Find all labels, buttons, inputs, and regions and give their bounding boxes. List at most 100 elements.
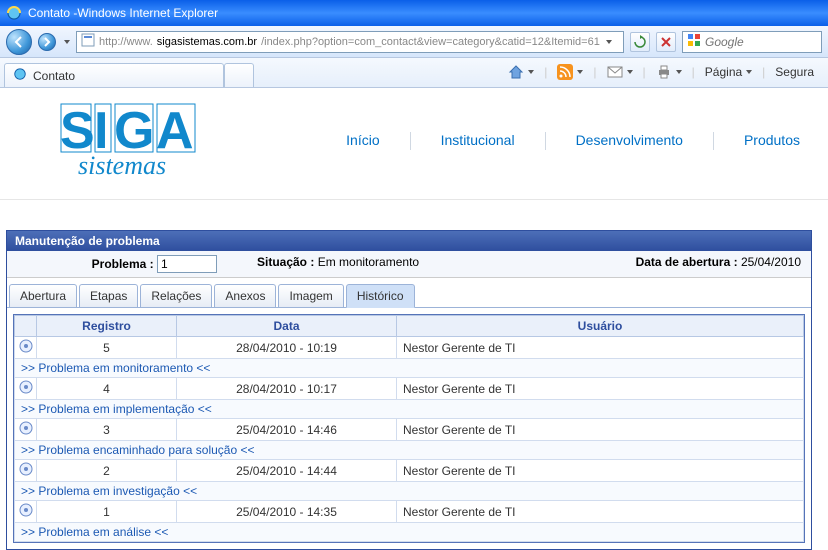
nav-desenvolvimento[interactable]: Desenvolvimento xyxy=(576,132,683,150)
browser-navbar: http://www. sigasistemas.com.br/index.php… xyxy=(0,26,828,58)
nav-divider xyxy=(410,132,411,150)
tab-favicon-icon xyxy=(13,67,27,84)
col-data: Data xyxy=(177,316,397,337)
window-title: Contato -Windows Internet Explorer xyxy=(28,6,218,20)
row-icon-cell[interactable] xyxy=(15,378,37,400)
url-prefix: http://www. xyxy=(99,36,153,48)
refresh-button[interactable] xyxy=(630,32,650,52)
feeds-button[interactable] xyxy=(557,64,583,80)
situacao-value: Em monitoramento xyxy=(318,255,419,269)
search-box[interactable] xyxy=(682,31,822,53)
cell-usuario: Nestor Gerente de TI xyxy=(397,460,804,482)
problema-input[interactable] xyxy=(157,255,217,273)
search-input[interactable] xyxy=(705,35,817,49)
abertura-label: Data de abertura : xyxy=(636,255,738,269)
url-host: sigasistemas.com.br xyxy=(157,36,257,48)
problema-label: Problema : xyxy=(92,257,154,271)
page-favicon-icon xyxy=(81,33,95,50)
status-row-text: >> Problema em implementação << xyxy=(15,400,804,419)
module-title: Manutenção de problema xyxy=(7,231,811,251)
nav-produtos[interactable]: Produtos xyxy=(744,132,800,150)
record-icon xyxy=(18,502,34,518)
main-nav: Início Institucional Desenvolvimento Pro… xyxy=(346,132,800,150)
new-tab-button[interactable] xyxy=(224,63,254,87)
browser-tabstrip: Contato | | | | Página | Segura xyxy=(0,58,828,88)
table-row[interactable]: >> Problema em análise << xyxy=(15,523,804,542)
rss-icon xyxy=(557,64,573,80)
record-icon xyxy=(18,461,34,477)
table-row[interactable]: >> Problema em investigação << xyxy=(15,482,804,501)
print-button[interactable] xyxy=(656,64,682,80)
printer-icon xyxy=(656,64,672,80)
stop-button[interactable] xyxy=(656,32,676,52)
google-icon xyxy=(687,33,701,50)
nav-divider xyxy=(713,132,714,150)
mail-icon xyxy=(607,64,623,80)
record-icon xyxy=(18,338,34,354)
home-icon xyxy=(508,64,524,80)
nav-divider xyxy=(545,132,546,150)
home-button[interactable] xyxy=(508,64,534,80)
tab-title: Contato xyxy=(33,69,75,83)
row-icon-cell[interactable] xyxy=(15,419,37,441)
module-panel: Manutenção de problema Problema : Situaç… xyxy=(6,230,812,550)
nav-history-dropdown[interactable] xyxy=(64,40,70,44)
nav-institucional[interactable]: Institucional xyxy=(441,132,515,150)
abertura-value: 25/04/2010 xyxy=(741,255,801,269)
tab-anexos[interactable]: Anexos xyxy=(214,284,276,307)
table-row[interactable]: >> Problema em implementação << xyxy=(15,400,804,419)
browser-tab[interactable]: Contato xyxy=(4,63,224,87)
address-bar[interactable]: http://www. sigasistemas.com.br/index.php… xyxy=(76,31,624,53)
safety-menu-label: Segura xyxy=(775,65,814,79)
cell-registro: 5 xyxy=(37,337,177,359)
cell-data: 25/04/2010 - 14:46 xyxy=(177,419,397,441)
tab-etapas[interactable]: Etapas xyxy=(79,284,138,307)
page-menu-label: Página xyxy=(705,65,742,79)
row-icon-cell[interactable] xyxy=(15,460,37,482)
table-row[interactable]: 325/04/2010 - 14:46Nestor Gerente de TI xyxy=(15,419,804,441)
col-registro: Registro xyxy=(37,316,177,337)
cell-usuario: Nestor Gerente de TI xyxy=(397,337,804,359)
status-row-text: >> Problema em análise << xyxy=(15,523,804,542)
cell-registro: 4 xyxy=(37,378,177,400)
cell-data: 28/04/2010 - 10:17 xyxy=(177,378,397,400)
table-row[interactable]: 428/04/2010 - 10:17Nestor Gerente de TI xyxy=(15,378,804,400)
status-row-text: >> Problema em monitoramento << xyxy=(15,359,804,378)
tab-imagem[interactable]: Imagem xyxy=(278,284,343,307)
cell-usuario: Nestor Gerente de TI xyxy=(397,419,804,441)
cell-usuario: Nestor Gerente de TI xyxy=(397,378,804,400)
table-row[interactable]: >> Problema encaminhado para solução << xyxy=(15,441,804,460)
svg-text:sistemas: sistemas xyxy=(78,151,166,180)
forward-button[interactable] xyxy=(38,33,56,51)
window-titlebar: Contato -Windows Internet Explorer xyxy=(0,0,828,26)
url-path: /index.php?option=com_contact&view=categ… xyxy=(261,36,600,48)
table-row[interactable]: >> Problema em monitoramento << xyxy=(15,359,804,378)
tab-historico[interactable]: Histórico xyxy=(346,284,415,308)
status-row-text: >> Problema encaminhado para solução << xyxy=(15,441,804,460)
nav-inicio[interactable]: Início xyxy=(346,132,379,150)
table-row[interactable]: 225/04/2010 - 14:44Nestor Gerente de TI xyxy=(15,460,804,482)
tab-relacoes[interactable]: Relações xyxy=(140,284,212,307)
readmail-button[interactable] xyxy=(607,64,633,80)
info-bar: Problema : Situação : Em monitoramento D… xyxy=(7,251,811,278)
page-menu[interactable]: Página xyxy=(705,65,752,79)
site-header: S I G A sistemas Início Institucional De… xyxy=(60,90,818,199)
command-bar: | | | | Página | Segura xyxy=(498,57,824,87)
tab-abertura[interactable]: Abertura xyxy=(9,284,77,307)
col-usuario: Usuário xyxy=(397,316,804,337)
back-button[interactable] xyxy=(6,29,32,55)
row-icon-cell[interactable] xyxy=(15,337,37,359)
cell-data: 28/04/2010 - 10:19 xyxy=(177,337,397,359)
ie-logo-icon xyxy=(6,5,22,21)
cell-registro: 2 xyxy=(37,460,177,482)
safety-menu[interactable]: Segura xyxy=(775,65,814,79)
record-icon xyxy=(18,379,34,395)
url-dropdown-icon[interactable] xyxy=(606,40,612,44)
site-logo: S I G A sistemas xyxy=(60,96,250,185)
history-grid: Registro Data Usuário 528/04/2010 - 10:1… xyxy=(13,314,805,543)
cell-registro: 3 xyxy=(37,419,177,441)
status-row-text: >> Problema em investigação << xyxy=(15,482,804,501)
table-row[interactable]: 528/04/2010 - 10:19Nestor Gerente de TI xyxy=(15,337,804,359)
situacao-label: Situação : xyxy=(257,255,314,269)
record-icon xyxy=(18,420,34,436)
